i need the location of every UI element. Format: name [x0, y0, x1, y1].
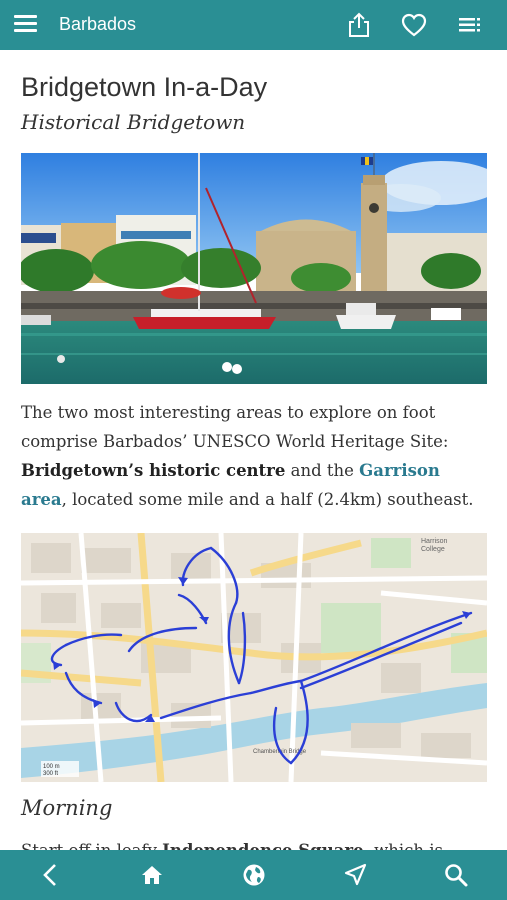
article-content[interactable]: Bridgetown In-a-Day Historical Bridgetow…	[0, 50, 507, 850]
hamburger-menu-icon[interactable]	[14, 15, 37, 35]
intro-text-3: , located some mile and a half (2.4km) s…	[61, 490, 474, 509]
intro-bold-historic-centre: Bridgetown’s historic centre	[21, 461, 286, 480]
list-icon[interactable]	[456, 11, 484, 39]
page-title: Bridgetown In-a-Day	[21, 72, 268, 102]
intro-text-2: and the	[285, 461, 360, 480]
independence-square-bold: Independence Square	[162, 841, 363, 850]
chevron-left-icon[interactable]	[38, 862, 64, 888]
svg-text:100 m: 100 m	[43, 764, 60, 770]
walking-route-map[interactable]: Harrison College Chamberlain Bridge 100 …	[21, 533, 487, 782]
svg-text:300 ft: 300 ft	[43, 771, 58, 777]
morning-paragraph: Start off in leafy Independence Square, …	[21, 836, 487, 850]
heart-icon[interactable]	[400, 11, 428, 39]
home-icon[interactable]	[139, 862, 165, 888]
top-app-bar: Barbados	[0, 0, 507, 50]
map-label-college: Harrison	[421, 538, 448, 545]
section-heading-morning: Morning	[21, 796, 113, 820]
morning-text-2: , which is	[364, 841, 443, 850]
intro-paragraph: The two most interesting areas to explor…	[21, 398, 487, 514]
svg-text:College: College	[421, 546, 445, 553]
share-icon[interactable]	[345, 11, 373, 39]
page-subtitle: Historical Bridgetown	[21, 110, 246, 134]
search-icon[interactable]	[443, 862, 469, 888]
bridgetown-harbour-photo	[21, 153, 487, 384]
navigation-arrow-icon[interactable]	[342, 862, 368, 888]
app-title: Barbados	[59, 14, 137, 34]
intro-text-1: The two most interesting areas to explor…	[21, 403, 449, 451]
globe-icon[interactable]	[241, 862, 267, 888]
morning-text-1: Start off in leafy	[21, 841, 162, 850]
bottom-nav-bar	[0, 850, 507, 900]
